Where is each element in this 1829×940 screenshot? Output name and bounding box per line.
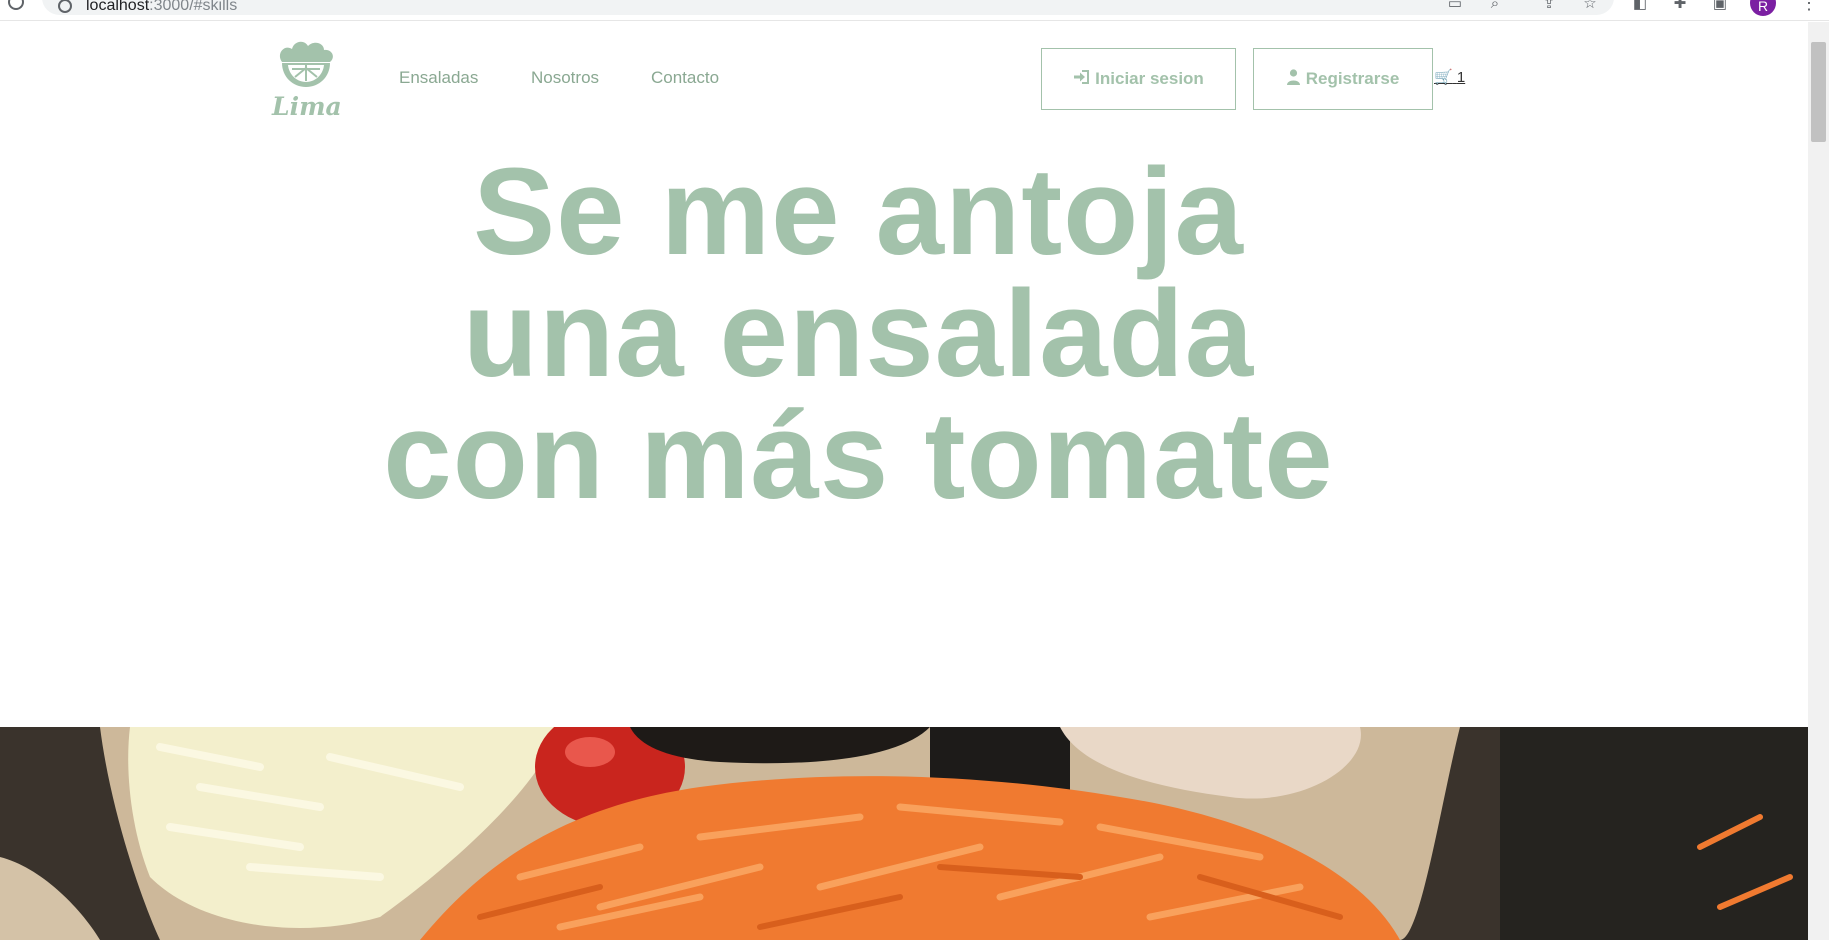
zoom-icon[interactable]: ⌕ xyxy=(1487,0,1503,12)
cart-icon: 🛒 xyxy=(1434,69,1453,86)
hero-line-2: una ensalada xyxy=(462,266,1255,403)
page-scrollbar[interactable] xyxy=(1808,22,1829,940)
register-button[interactable]: Registrarse xyxy=(1253,48,1433,110)
salad-bowl-photo xyxy=(0,727,1808,940)
nav-nosotros[interactable]: Nosotros xyxy=(531,68,599,88)
brand-wordmark: Lima xyxy=(272,92,342,121)
login-button[interactable]: Iniciar sesion xyxy=(1041,48,1236,110)
nav-ensaladas[interactable]: Ensaladas xyxy=(399,68,478,88)
cart-count: 1 xyxy=(1456,69,1466,86)
hero-heading: Se me antoja una ensalada con más tomate xyxy=(300,144,1417,525)
user-icon xyxy=(1286,68,1300,90)
site-info-icon[interactable] xyxy=(58,0,72,13)
browser-toolbar: localhost:3000/#skills ▭ ⌕ ⇪ ☆ ◧ ✚ ▣ R ⋮ xyxy=(0,0,1829,21)
lettuce-lime-icon xyxy=(279,41,333,87)
hero-line-3: con más tomate xyxy=(383,388,1334,525)
extension-icon[interactable]: ◧ xyxy=(1632,0,1648,12)
sign-in-icon xyxy=(1073,69,1090,89)
puzzle-icon[interactable]: ✚ xyxy=(1672,0,1688,12)
install-icon[interactable]: ▭ xyxy=(1447,0,1463,12)
login-button-label: Iniciar sesion xyxy=(1095,69,1204,88)
menu-kebab-icon[interactable]: ⋮ xyxy=(1800,0,1818,12)
bookmark-star-icon[interactable]: ☆ xyxy=(1582,0,1598,12)
nav-contacto[interactable]: Contacto xyxy=(651,68,719,88)
scrollbar-thumb[interactable] xyxy=(1811,42,1826,142)
side-panel-icon[interactable]: ▣ xyxy=(1712,0,1728,12)
share-icon[interactable]: ⇪ xyxy=(1541,0,1557,12)
brand-logo[interactable]: Lima xyxy=(272,40,342,121)
hero-line-1: Se me antoja xyxy=(473,144,1244,281)
page: Lima Ensaladas Nosotros Contacto Iniciar… xyxy=(0,22,1808,940)
register-button-label: Registrarse xyxy=(1305,69,1400,88)
profile-avatar[interactable]: R xyxy=(1750,0,1776,16)
reload-icon[interactable] xyxy=(8,0,24,10)
cart-link[interactable]: 🛒 1 xyxy=(1434,68,1465,86)
address-bar[interactable]: localhost:3000/#skills xyxy=(42,0,1614,15)
url-text: localhost:3000/#skills xyxy=(86,0,238,14)
